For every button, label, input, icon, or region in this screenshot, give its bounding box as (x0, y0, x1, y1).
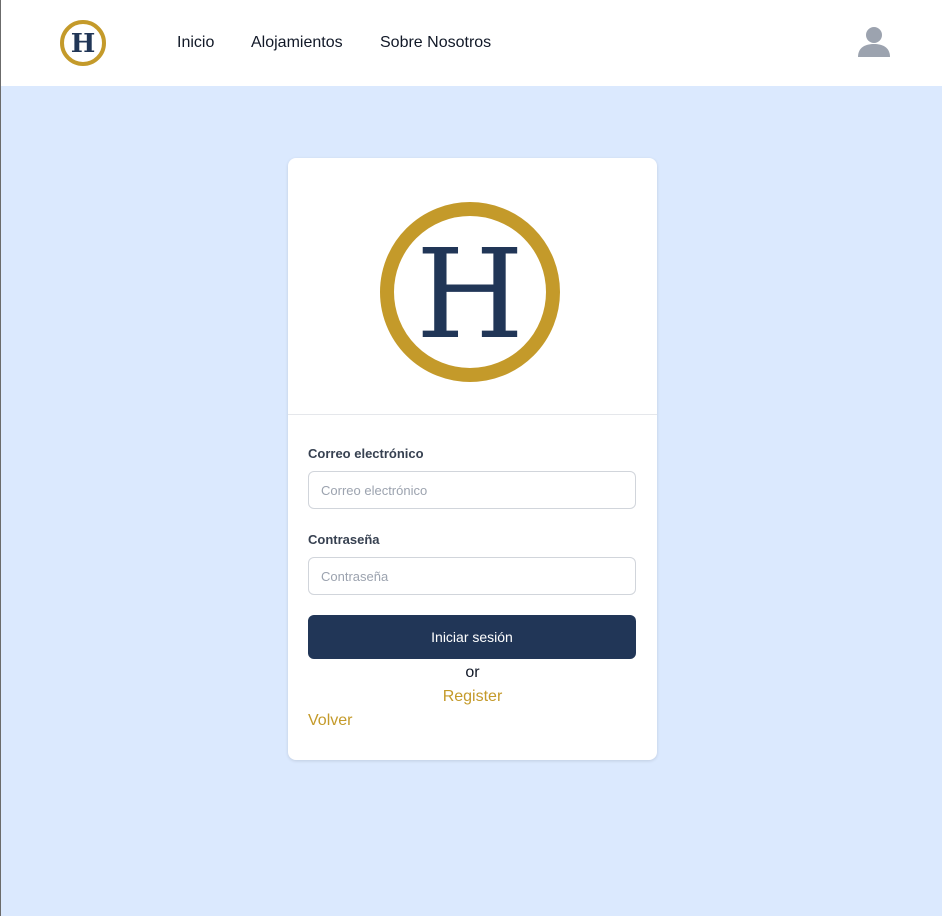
nav-link-alojamientos[interactable]: Alojamientos (251, 33, 343, 53)
password-label: Contraseña (308, 532, 380, 547)
login-card: H Correo electrónico Contraseña Iniciar … (288, 158, 657, 760)
or-separator: or (465, 664, 480, 681)
nav-link-inicio[interactable]: Inicio (177, 33, 214, 53)
top-navbar: H Inicio Alojamientos Sobre Nosotros (1, 0, 942, 86)
nav-logo-letter: H (71, 29, 96, 59)
password-field[interactable] (308, 557, 636, 595)
user-icon[interactable] (856, 25, 892, 59)
back-link[interactable]: Volver (308, 711, 352, 731)
login-button[interactable]: Iniciar sesión (308, 615, 636, 659)
login-logo: H (380, 202, 560, 382)
card-divider (288, 414, 657, 415)
email-label: Correo electrónico (308, 446, 424, 461)
login-logo-letter: H (416, 223, 524, 367)
hotel-logo[interactable]: H (59, 19, 107, 67)
nav-link-sobre-nosotros[interactable]: Sobre Nosotros (380, 33, 491, 53)
register-link[interactable]: Register (288, 687, 657, 707)
email-field[interactable] (308, 471, 636, 509)
